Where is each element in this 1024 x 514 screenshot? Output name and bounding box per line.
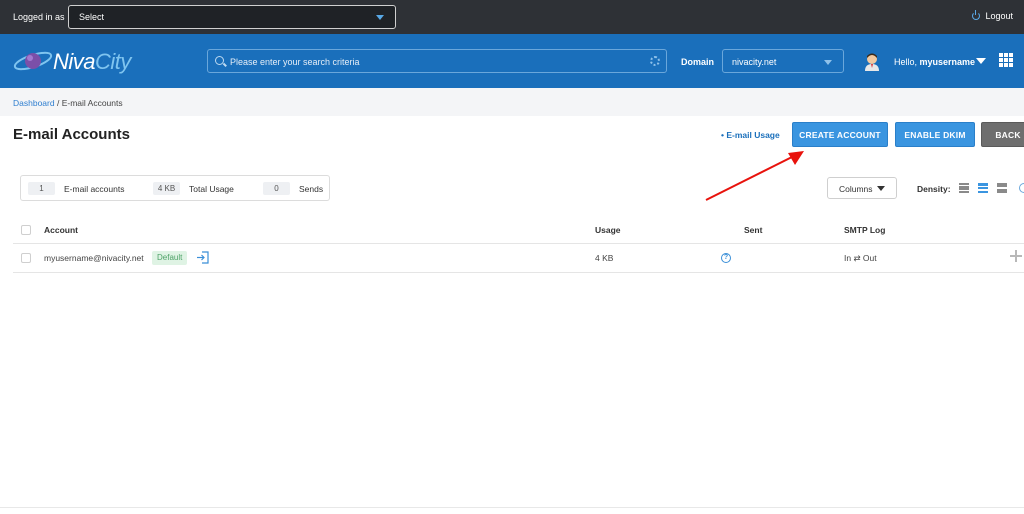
help-icon[interactable]: ? [721,253,731,263]
planet-logo-icon [13,51,53,71]
usage-label: Total Usage [189,184,234,194]
columns-dropdown[interactable]: Columns [827,177,897,199]
logo-text: NivaCity [53,49,131,74]
density-comfortable-icon[interactable] [997,183,1007,193]
user-greeting[interactable]: Hello, myusername [894,57,975,67]
apps-grid-icon[interactable] [999,53,1013,67]
stats-summary: 1 E-mail accounts 4 KB Total Usage 0 Sen… [20,175,330,201]
breadcrumb: Dashboard / E-mail Accounts [13,98,123,108]
logged-in-label: Logged in as [13,12,65,22]
columns-label: Columns [839,184,873,194]
main-header: NivaCity Domain nivacity.net Hello, myus… [0,34,1024,88]
enable-dkim-button[interactable]: ENABLE DKIM [895,122,975,147]
caret-down-icon [824,60,832,65]
table-row: myusername@nivacity.net Default 4 KB ? I… [13,244,1024,273]
power-icon [972,10,981,20]
nivacity-logo[interactable]: NivaCity [12,46,142,76]
plus-icon[interactable] [1010,250,1022,262]
create-account-button[interactable]: CREATE ACCOUNT [792,122,888,147]
back-button[interactable]: BACK [981,122,1024,147]
login-as-select-value: Select [79,12,105,22]
default-badge: Default [152,251,188,265]
breadcrumb-bar: Dashboard / E-mail Accounts [0,88,1024,116]
top-bar: Logged in as Select Logout [0,0,1024,34]
smtp-log-cell[interactable]: In ⇄ Out [844,253,877,264]
density-compact-icon[interactable] [959,183,969,193]
annotation-arrow [705,151,804,201]
density-normal-icon[interactable] [978,183,988,193]
search-box[interactable] [207,49,667,73]
logout-button[interactable]: Logout [972,10,1013,21]
search-icon [215,56,224,65]
search-input[interactable] [230,54,630,69]
gear-icon[interactable] [650,56,660,66]
logout-label: Logout [985,11,1013,21]
density-label: Density: [917,184,951,194]
email-usage-link[interactable]: • E-mail Usage [721,130,780,140]
accounts-count: 1 [28,182,55,195]
login-as-select[interactable]: Select [68,5,396,29]
domain-select-value: nivacity.net [732,57,777,67]
domain-label: Domain [681,57,715,67]
column-header-smtp-log[interactable]: SMTP Log [844,225,885,235]
caret-down-icon [376,15,384,20]
row-checkbox[interactable] [21,253,31,263]
column-header-account[interactable]: Account [44,225,78,235]
avatar[interactable] [862,51,882,71]
table-header: Account Usage Sent SMTP Log [13,218,1024,244]
domain-select[interactable]: nivacity.net [722,49,844,73]
settings-circle-icon[interactable] [1019,183,1024,193]
column-header-usage[interactable]: Usage [595,225,621,235]
caret-down-icon [877,186,885,191]
column-header-sent[interactable]: Sent [744,225,762,235]
sends-label: Sends [299,184,324,194]
footer-divider [0,507,1024,508]
user-menu-caret-icon[interactable] [976,58,986,64]
login-icon[interactable] [196,251,209,264]
accounts-label: E-mail accounts [64,184,125,194]
select-all-checkbox[interactable] [21,225,31,235]
account-email[interactable]: myusername@nivacity.net [44,253,144,263]
usage-value: 4 KB [153,182,180,195]
usage-cell: 4 KB [595,253,614,263]
sends-value: 0 [263,182,290,195]
breadcrumb-current: E-mail Accounts [61,98,123,108]
breadcrumb-dashboard-link[interactable]: Dashboard [13,98,55,108]
page-title: E-mail Accounts [13,126,130,143]
